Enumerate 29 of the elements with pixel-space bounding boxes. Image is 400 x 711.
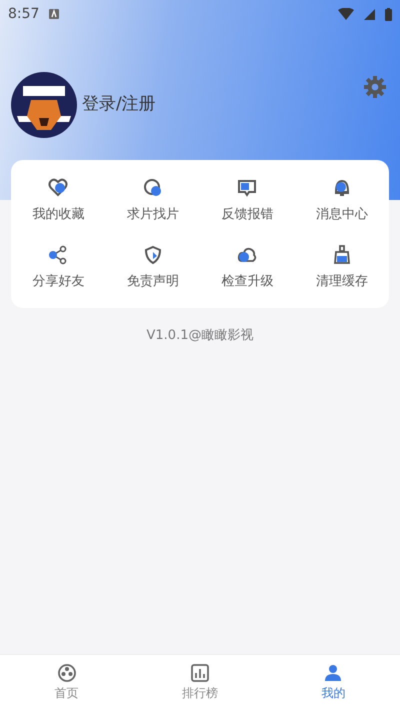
broom-icon[interactable]: [332, 245, 352, 265]
battery-icon: [385, 8, 392, 20]
menu-item[interactable]: 清理缓存: [316, 272, 368, 290]
share-icon[interactable]: [48, 245, 68, 265]
wifi-icon: [338, 8, 354, 20]
menu-item[interactable]: 分享好友: [32, 272, 84, 290]
version-label: V1.0.1@瞰瞰影视: [146, 328, 254, 343]
shield-icon[interactable]: [142, 245, 163, 265]
tab[interactable]: 首页: [0, 655, 134, 711]
person-icon: [324, 664, 342, 682]
menu-item[interactable]: 消息中心: [316, 205, 368, 223]
film-reel-icon: [58, 664, 76, 682]
menu-item[interactable]: 免责声明: [126, 272, 179, 290]
avatar-logo: [11, 72, 77, 138]
notification-icon: [49, 9, 60, 19]
status-time: 8:57: [8, 6, 40, 22]
chat-icon[interactable]: [237, 178, 258, 198]
tab[interactable]: 排行榜: [133, 655, 267, 711]
settings-icon[interactable]: [364, 76, 386, 98]
menu-item[interactable]: 检查升级: [221, 272, 274, 290]
login-register-link[interactable]: 登录/注册: [82, 92, 156, 114]
bar-chart-icon: [190, 664, 209, 682]
menu-item[interactable]: 我的收藏: [32, 205, 84, 223]
menu-item[interactable]: 反馈报错: [221, 205, 274, 223]
heart-icon[interactable]: [48, 178, 68, 198]
menu-item[interactable]: 求片找片: [126, 205, 179, 223]
cloud-icon[interactable]: [237, 245, 258, 265]
signal-icon: [364, 8, 375, 20]
tab[interactable]: 我的: [266, 655, 400, 711]
